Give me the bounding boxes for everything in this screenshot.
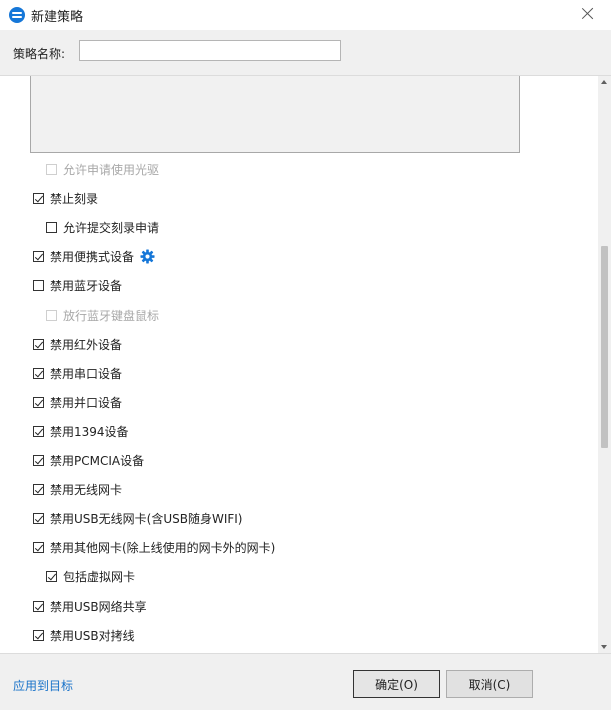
option-label: 禁用USB网络共享	[50, 599, 147, 614]
option-label: 禁用便携式设备	[50, 249, 135, 264]
option-label: 允许提交刻录申请	[63, 220, 160, 235]
option-row[interactable]: 禁用蓝牙设备	[33, 276, 122, 294]
scroll-down-icon[interactable]	[601, 645, 607, 649]
apply-to-target-link[interactable]: 应用到目标	[13, 677, 73, 694]
policy-name-row: 策略名称:	[0, 30, 611, 76]
option-label: 禁用红外设备	[50, 337, 123, 352]
option-checkbox[interactable]	[33, 425, 44, 437]
option-row[interactable]: 禁止刻录	[33, 189, 98, 207]
option-row[interactable]: 禁用并口设备	[33, 393, 122, 411]
option-row[interactable]: 禁用便携式设备	[33, 247, 155, 265]
option-label: 禁用USB无线网卡(含USB随身WIFI)	[50, 511, 243, 526]
policy-name-input[interactable]	[79, 40, 341, 61]
option-row[interactable]: 禁用USB网络共享	[33, 597, 147, 615]
scrollbar-thumb[interactable]	[601, 246, 608, 448]
option-checkbox	[46, 163, 57, 175]
option-row[interactable]: 包括虚拟网卡	[46, 567, 135, 585]
option-label: 放行蓝牙键盘鼠标	[63, 308, 160, 323]
option-row[interactable]: 禁用串口设备	[33, 364, 122, 382]
option-label: 禁止刻录	[50, 191, 99, 206]
option-label: 禁用1394设备	[50, 424, 129, 439]
option-checkbox[interactable]	[33, 512, 44, 524]
option-label: 禁用并口设备	[50, 395, 123, 410]
option-label: 禁用蓝牙设备	[50, 278, 123, 293]
option-row[interactable]: 允许提交刻录申请	[46, 218, 159, 236]
dialog-footer: 应用到目标 确定(O) 取消(C)	[0, 653, 611, 710]
option-label: 禁用串口设备	[50, 366, 123, 381]
option-row[interactable]: 禁用PCMCIA设备	[33, 451, 144, 469]
title-bar: 新建策略	[0, 0, 611, 30]
option-checkbox[interactable]	[33, 250, 44, 262]
option-checkbox[interactable]	[33, 396, 44, 408]
option-row: 放行蓝牙键盘鼠标	[46, 306, 159, 324]
option-checkbox[interactable]	[33, 367, 44, 379]
option-label: 包括虚拟网卡	[63, 569, 136, 584]
list-box[interactable]	[30, 76, 520, 153]
gear-icon[interactable]	[140, 248, 155, 264]
scroll-up-icon[interactable]	[601, 80, 607, 84]
option-checkbox[interactable]	[33, 338, 44, 350]
option-label: 禁用USB对拷线	[50, 628, 135, 643]
option-checkbox[interactable]	[46, 221, 57, 233]
option-label: 禁用其他网卡(除上线使用的网卡外的网卡)	[50, 540, 276, 555]
option-row[interactable]: 禁用USB对拷线	[33, 626, 135, 644]
policy-name-label: 策略名称:	[13, 47, 66, 61]
cancel-button[interactable]: 取消(C)	[446, 670, 533, 698]
option-row: 允许申请使用光驱	[46, 160, 159, 178]
option-checkbox[interactable]	[33, 629, 44, 641]
option-checkbox[interactable]	[46, 570, 57, 582]
option-checkbox[interactable]	[33, 192, 44, 204]
option-checkbox[interactable]	[33, 483, 44, 495]
option-checkbox	[46, 309, 57, 321]
vertical-scrollbar[interactable]	[598, 76, 611, 653]
option-row[interactable]: 禁用无线网卡	[33, 480, 122, 498]
option-row[interactable]: 禁用其他网卡(除上线使用的网卡外的网卡)	[33, 538, 275, 556]
option-checkbox[interactable]	[33, 541, 44, 553]
close-icon[interactable]	[581, 6, 595, 20]
option-row[interactable]: 禁用1394设备	[33, 422, 129, 440]
app-logo-icon	[9, 7, 25, 23]
option-row[interactable]: 禁用红外设备	[33, 335, 122, 353]
option-label: 禁用PCMCIA设备	[50, 453, 145, 468]
option-checkbox[interactable]	[33, 600, 44, 612]
options-panel: 允许申请使用光驱禁止刻录允许提交刻录申请禁用便携式设备 禁用蓝牙设备放行蓝牙键盘鼠…	[0, 76, 598, 653]
ok-button[interactable]: 确定(O)	[353, 670, 440, 698]
option-row[interactable]: 禁用USB无线网卡(含USB随身WIFI)	[33, 509, 242, 527]
option-checkbox[interactable]	[33, 454, 44, 466]
option-label: 禁用无线网卡	[50, 482, 123, 497]
window-title: 新建策略	[31, 10, 84, 25]
option-checkbox[interactable]	[33, 279, 44, 291]
option-label: 允许申请使用光驱	[63, 162, 160, 177]
